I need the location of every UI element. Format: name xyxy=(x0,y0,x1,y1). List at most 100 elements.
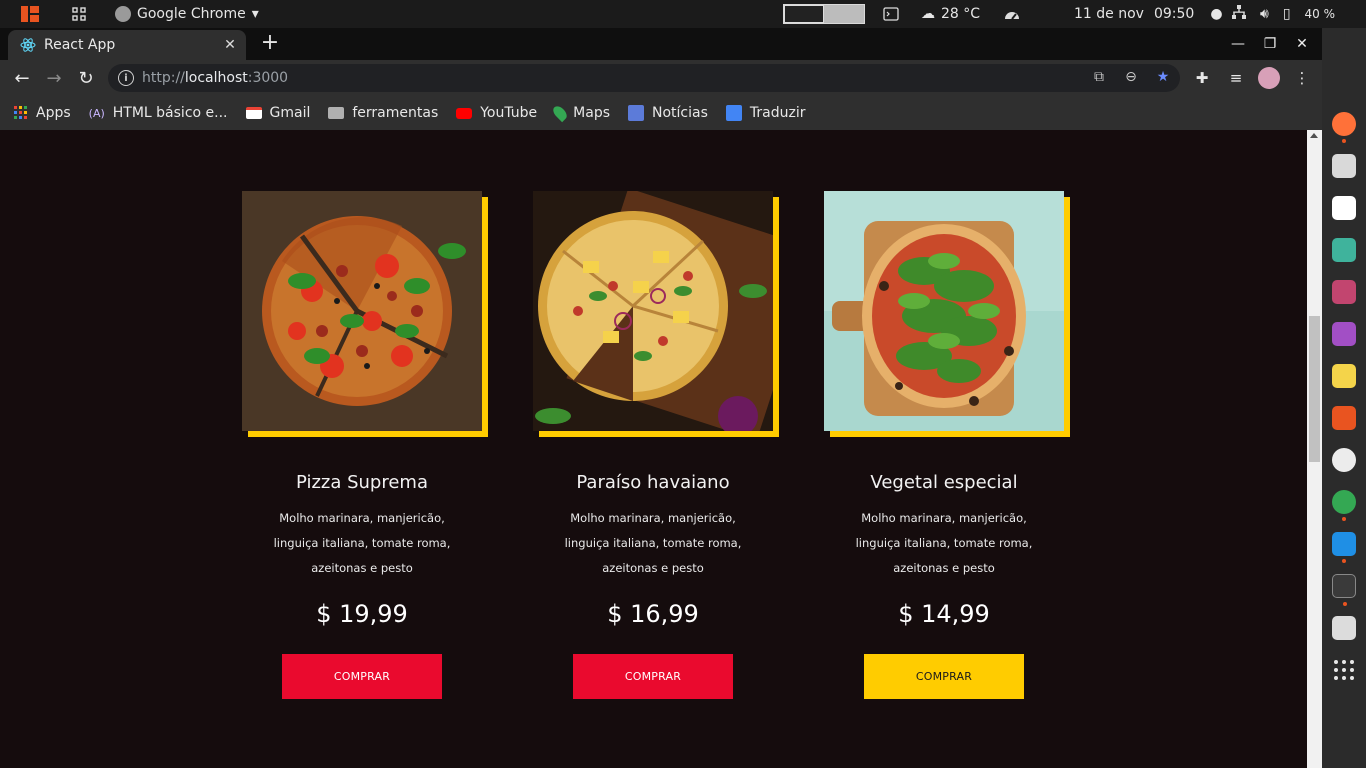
active-app-menu[interactable]: Google Chrome ▾ xyxy=(115,0,259,28)
apps-icon xyxy=(14,106,27,119)
buy-button[interactable]: COMPRAR xyxy=(864,654,1024,699)
product-description: Molho marinara, manjericão, linguiça ita… xyxy=(564,511,742,575)
product-name: Paraíso havaiano xyxy=(576,472,730,493)
bookmark-youtube[interactable]: YouTube xyxy=(456,105,537,121)
product-image xyxy=(242,191,482,431)
trash-icon[interactable] xyxy=(1332,616,1356,640)
browser-toolbar: ← → ↻ i http:// localhost :3000 ⧉ ⊖ ★ ✚ … xyxy=(0,60,1322,96)
bookmarks-bar: Apps (A) HTML básico e... Gmail ferramen… xyxy=(0,96,1322,130)
menu-icon[interactable]: ⋮ xyxy=(1290,64,1314,92)
video-icon[interactable] xyxy=(1332,322,1356,346)
product-image xyxy=(824,191,1064,431)
product-description: Molho marinara, manjericão, linguiça ita… xyxy=(273,511,451,575)
restore-button[interactable]: ❐ xyxy=(1254,28,1286,60)
reload-button[interactable]: ↻ xyxy=(72,64,100,92)
product-image-frame xyxy=(824,191,1070,437)
product-image xyxy=(533,191,773,431)
new-tab-button[interactable]: + xyxy=(258,32,282,56)
system-top-bar: Google Chrome ▾ ☁ 28 °C 11 de nov 09:50 … xyxy=(0,0,1366,28)
aa-icon: (A) xyxy=(88,106,105,120)
youtube-icon xyxy=(456,107,473,119)
maps-icon xyxy=(550,103,570,123)
clock[interactable]: 11 de nov 09:50 ● xyxy=(1074,0,1223,28)
translate-icon xyxy=(725,105,742,121)
notes-icon[interactable] xyxy=(1332,364,1356,388)
folder-icon xyxy=(328,107,345,119)
terminal-icon[interactable] xyxy=(883,0,899,28)
bookmark-label: Traduzir xyxy=(749,105,806,121)
page-scrollbar[interactable] xyxy=(1307,130,1322,768)
product-name: Pizza Suprema xyxy=(295,472,428,493)
close-tab-icon[interactable]: ✕ xyxy=(220,37,240,53)
date: 11 de nov xyxy=(1074,6,1144,22)
url-host: localhost xyxy=(184,70,248,86)
network-icon xyxy=(1232,5,1246,23)
scroll-up-icon[interactable] xyxy=(1310,133,1318,138)
info-icon[interactable]: i xyxy=(118,70,134,86)
tab-react-app[interactable]: React App ✕ xyxy=(8,30,246,60)
buy-button[interactable]: COMPRAR xyxy=(573,654,733,699)
firefox-icon[interactable] xyxy=(1332,112,1356,143)
bookmark-gmail[interactable]: Gmail xyxy=(245,105,311,121)
url-scheme: http:// xyxy=(142,70,185,86)
workspace-switcher[interactable] xyxy=(783,0,865,28)
bookmark-html-basico[interactable]: (A) HTML básico e... xyxy=(89,105,228,121)
scrollbar-thumb[interactable] xyxy=(1309,316,1320,462)
calendar-icon[interactable] xyxy=(1332,238,1356,262)
weather-indicator[interactable]: ☁ 28 °C xyxy=(921,0,980,28)
ubuntu-logo-icon[interactable] xyxy=(21,0,39,28)
chrome-icon[interactable] xyxy=(1332,490,1356,521)
show-apps-icon[interactable] xyxy=(1332,658,1356,682)
media-icon[interactable]: ≡ xyxy=(1224,64,1248,92)
bookmark-ferramentas[interactable]: ferramentas xyxy=(328,105,438,121)
product-image-frame xyxy=(242,191,488,437)
translate-icon[interactable]: ⧉ xyxy=(1090,68,1108,86)
news-icon xyxy=(628,105,645,121)
apps-grid-icon[interactable] xyxy=(72,0,86,28)
ubuntu-dock xyxy=(1322,28,1366,768)
back-button[interactable]: ← xyxy=(8,64,36,92)
zoom-icon[interactable]: ⊖ xyxy=(1122,68,1140,86)
weather-icon: ☁ xyxy=(921,6,935,22)
bookmark-label: Notícias xyxy=(652,105,708,121)
bookmark-label: YouTube xyxy=(480,105,538,121)
tab-title: React App xyxy=(44,37,116,53)
battery-level: 40 % xyxy=(1304,7,1336,21)
bookmark-apps[interactable]: Apps xyxy=(14,105,71,121)
browser-tab-strip: React App ✕ + — ❐ ✕ xyxy=(0,28,1322,60)
notification-dot-icon: ● xyxy=(1210,6,1223,22)
terminal-icon[interactable] xyxy=(1332,574,1356,606)
bookmark-traduzir[interactable]: Traduzir xyxy=(725,105,806,121)
text-editor-icon[interactable] xyxy=(1332,196,1356,220)
avatar[interactable] xyxy=(1258,67,1280,89)
product-price: $ 16,99 xyxy=(607,600,699,628)
system-status-menu[interactable]: 🔊︎ ▯ 40 % xyxy=(1232,0,1335,28)
temperature: 28 °C xyxy=(941,6,981,22)
bookmark-noticias[interactable]: Notícias xyxy=(628,105,708,121)
bookmark-label: ferramentas xyxy=(352,105,439,121)
bookmark-maps[interactable]: Maps xyxy=(550,103,610,123)
forward-button[interactable]: → xyxy=(40,64,68,92)
star-icon[interactable]: ★ xyxy=(1154,68,1172,86)
photos-icon[interactable] xyxy=(1332,280,1356,304)
page-content: Pizza Suprema Molho marinara, manjericão… xyxy=(0,130,1307,768)
bookmark-label: Apps xyxy=(36,105,71,121)
files-icon[interactable] xyxy=(1332,154,1356,178)
close-window-button[interactable]: ✕ xyxy=(1286,28,1318,60)
battery-icon: ▯ xyxy=(1282,6,1291,22)
extensions-icon[interactable]: ✚ xyxy=(1190,64,1214,92)
speedometer-icon[interactable] xyxy=(1003,0,1021,28)
time: 09:50 xyxy=(1153,6,1195,22)
react-icon xyxy=(20,38,36,52)
vscode-icon[interactable] xyxy=(1332,532,1356,563)
product-price: $ 14,99 xyxy=(898,600,990,628)
bookmark-label: Gmail xyxy=(269,105,311,121)
bitwarden-icon[interactable] xyxy=(1332,448,1356,472)
gmail-icon xyxy=(245,107,262,119)
address-bar[interactable]: i http:// localhost :3000 ⧉ ⊖ ★ xyxy=(108,64,1180,92)
product-name: Vegetal especial xyxy=(870,472,1018,493)
minimize-button[interactable]: — xyxy=(1222,28,1254,60)
url-port: :3000 xyxy=(247,70,289,86)
buy-button[interactable]: COMPRAR xyxy=(282,654,442,699)
software-icon[interactable] xyxy=(1332,406,1356,430)
